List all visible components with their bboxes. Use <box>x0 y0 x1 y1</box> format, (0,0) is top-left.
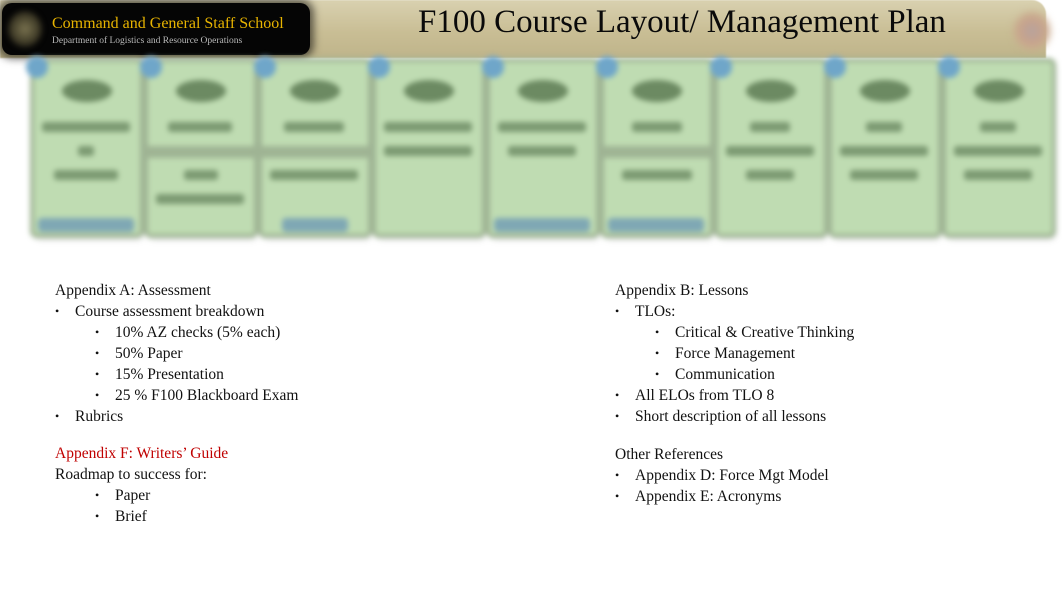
corner-emblem-icon <box>1014 12 1050 50</box>
lesson-card <box>26 56 140 234</box>
list-subitem: 15% Presentation <box>55 364 298 385</box>
list-subitem: Paper <box>55 485 298 506</box>
left-column: Appendix A: Assessment Course assessment… <box>55 280 298 527</box>
list-subitem: Brief <box>55 506 298 527</box>
lesson-card-row <box>26 56 1052 238</box>
list-item: Appendix E: Acronyms <box>615 486 854 507</box>
lesson-card <box>254 56 368 234</box>
card-marker-icon <box>140 56 162 78</box>
lesson-card <box>482 56 596 234</box>
card-marker-icon <box>26 56 48 78</box>
card-marker-icon <box>596 56 618 78</box>
list-subitem: 50% Paper <box>55 343 298 364</box>
list-subitem: Critical & Creative Thinking <box>615 322 854 343</box>
right-column: Appendix B: Lessons TLOs: Critical & Cre… <box>615 280 854 507</box>
list-item: Course assessment breakdown <box>55 301 298 322</box>
lesson-card <box>710 56 824 234</box>
card-marker-icon <box>368 56 390 78</box>
card-marker-icon <box>254 56 276 78</box>
lesson-card <box>824 56 938 234</box>
lesson-card <box>140 56 254 234</box>
school-logo-block: Command and General Staff School Departm… <box>2 3 310 55</box>
school-emblem-icon <box>8 11 42 47</box>
lesson-card <box>596 56 710 234</box>
card-marker-icon <box>710 56 732 78</box>
appendix-a-list: Course assessment breakdown 10% AZ check… <box>55 301 298 427</box>
card-marker-icon <box>824 56 846 78</box>
appendix-b-heading: Appendix B: Lessons <box>615 282 749 299</box>
lesson-card <box>368 56 482 234</box>
list-subitem: 25 % F100 Blackboard Exam <box>55 385 298 406</box>
appendix-f-heading: Appendix F: Writers’ Guide <box>55 445 229 462</box>
appendix-a-heading: Appendix A: Assessment <box>55 282 211 299</box>
other-references-heading: Other References <box>615 446 724 463</box>
list-item: Rubrics <box>55 406 298 427</box>
list-subitem: 10% AZ checks (5% each) <box>55 322 298 343</box>
list-item: All ELOs from TLO 8 <box>615 385 854 406</box>
list-item: Short description of all lessons <box>615 406 854 427</box>
appendix-b-list: TLOs: Critical & Creative Thinking Force… <box>615 301 854 427</box>
page-title: F100 Course Layout/ Management Plan <box>418 4 946 40</box>
card-marker-icon <box>938 56 960 78</box>
card-marker-icon <box>482 56 504 78</box>
department-name: Department of Logistics and Resource Ope… <box>52 36 243 46</box>
list-subitem: Force Management <box>615 343 854 364</box>
appendix-f-intro: Roadmap to success for: <box>55 466 207 483</box>
appendix-f-list: Paper Brief <box>55 485 298 527</box>
lesson-card <box>938 56 1052 234</box>
other-references-list: Appendix D: Force Mgt Model Appendix E: … <box>615 465 854 507</box>
list-item: TLOs: <box>615 301 854 322</box>
list-subitem: Communication <box>615 364 854 385</box>
school-name: Command and General Staff School <box>52 15 284 32</box>
list-item: Appendix D: Force Mgt Model <box>615 465 854 486</box>
